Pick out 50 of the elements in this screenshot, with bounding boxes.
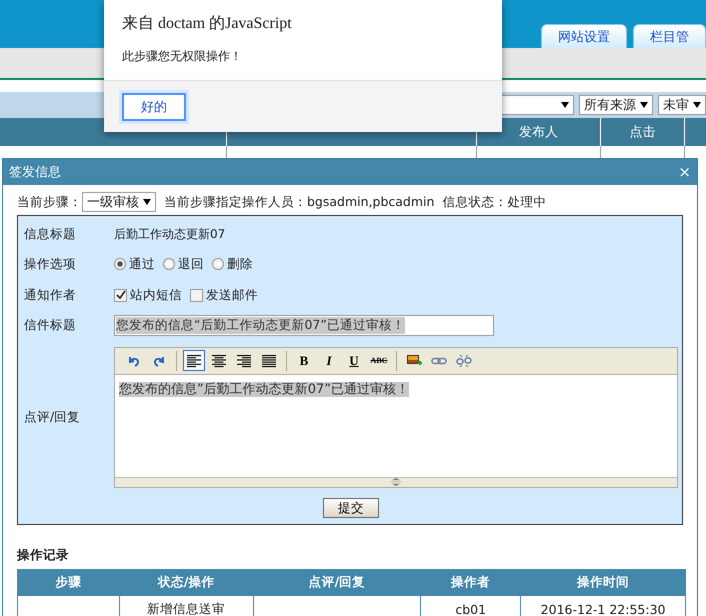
bold-button[interactable]: B: [293, 350, 315, 371]
section-title: 操作记录: [17, 547, 70, 564]
operators-text: 当前步骤指定操作人员：bgsadmin,pbcadmin: [164, 194, 434, 210]
checkbox-option[interactable]: 站内短信: [114, 286, 182, 304]
field-value: 后勤工作动态更新07: [114, 226, 226, 242]
radio-option[interactable]: 退回: [163, 256, 204, 272]
caret-icon: [561, 102, 569, 108]
align-left-button[interactable]: [183, 350, 205, 371]
image-icon: [406, 354, 422, 368]
alert-message: 此步骤您无权限操作！: [121, 48, 243, 65]
field-label: 点评/回复: [24, 408, 82, 426]
subject-field[interactable]: 您发布的信息“后勤工作动态更新07”已通过审核！: [114, 314, 494, 336]
close-button[interactable]: ×: [678, 163, 691, 181]
column-header: 操作时间: [520, 570, 686, 596]
align-left-icon: [186, 354, 202, 368]
justify-icon: [261, 354, 277, 368]
alert-title: 来自 doctam 的JavaScript: [121, 14, 293, 34]
checkbox-option[interactable]: 发送邮件: [190, 286, 258, 304]
italic-button[interactable]: I: [318, 350, 340, 371]
nav-tab[interactable]: 网站设置: [541, 24, 627, 48]
caret-icon: [693, 102, 701, 108]
align-center-icon: [211, 354, 227, 368]
filter-select[interactable]: 所有来源: [579, 95, 653, 115]
filter-select[interactable]: 未审: [658, 95, 706, 115]
caret-icon: [640, 102, 648, 108]
checkmark-icon: [116, 290, 126, 300]
caret-icon: [143, 199, 151, 205]
column-header: 点评/回复: [253, 570, 421, 596]
align-right-icon: [236, 354, 252, 368]
submit-button[interactable]: 提交: [323, 498, 379, 518]
radio-option[interactable]: 删除: [212, 256, 253, 272]
dialog-title: 签发信息: [9, 164, 61, 181]
status-text: 信息状态：处理中: [442, 194, 546, 210]
rich-text-editor[interactable]: B I U ABC 您发布的信息”后勤工作动态更新07”已通过审核！: [114, 346, 678, 488]
field-label: 信息标题: [24, 226, 77, 242]
field-label: 信件标题: [24, 316, 77, 334]
column-header: 操作者: [420, 570, 521, 596]
column-header: 步骤: [18, 570, 120, 596]
underline-button[interactable]: U: [343, 350, 365, 371]
resize-handle-icon[interactable]: [390, 478, 402, 486]
step-label: 当前步骤：: [17, 194, 82, 210]
broken-link-icon: [456, 354, 472, 368]
field-label: 操作选项: [24, 256, 77, 272]
nav-tab[interactable]: 栏目管: [633, 24, 706, 48]
radio-option[interactable]: 通过: [114, 256, 155, 272]
field-label: 通知作者: [24, 286, 77, 304]
column-header: 点击: [600, 118, 684, 146]
column-header: 状态/操作: [119, 570, 254, 596]
step-select[interactable]: 一级审核: [82, 192, 156, 212]
strike-button[interactable]: ABC: [368, 350, 390, 371]
